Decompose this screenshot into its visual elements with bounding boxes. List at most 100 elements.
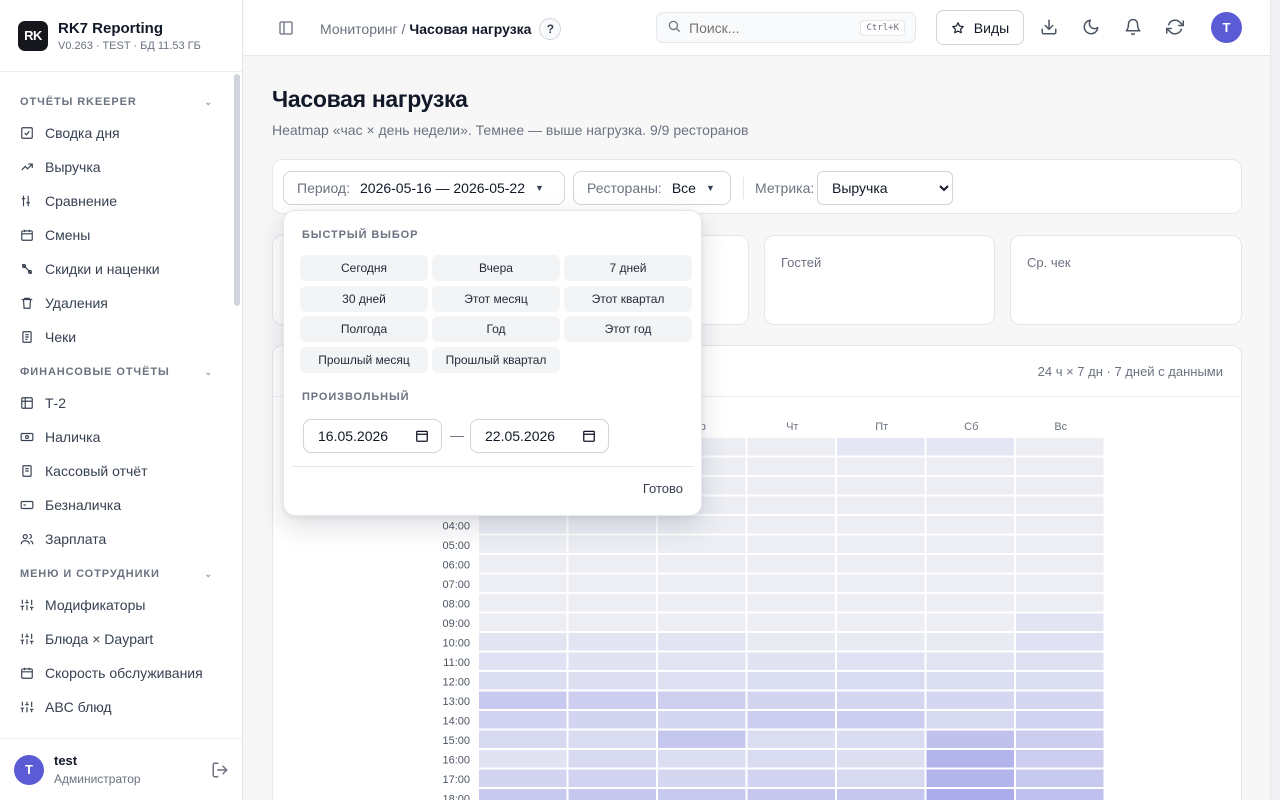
heatmap-cell[interactable] [747, 594, 836, 612]
period-picker[interactable]: Период: 2026-05-16 — 2026-05-22 ▼ [283, 171, 565, 205]
heatmap-cell[interactable] [926, 769, 1015, 788]
heatmap-cell[interactable] [658, 633, 746, 651]
heatmap-cell[interactable] [747, 496, 836, 515]
heatmap-cell[interactable] [926, 750, 1015, 768]
quick-select-button[interactable]: 7 дней [564, 255, 692, 281]
sidebar-item[interactable]: Удаления [0, 286, 243, 320]
heatmap-cell[interactable] [926, 633, 1015, 651]
help-button[interactable]: ? [539, 18, 562, 40]
heatmap-cell[interactable] [1016, 750, 1104, 768]
quick-select-button[interactable]: Сегодня [300, 255, 428, 281]
heatmap-cell[interactable] [1016, 594, 1104, 612]
user-avatar-top[interactable]: T [1211, 12, 1242, 43]
heatmap-cell[interactable] [926, 496, 1015, 515]
sidebar-section-header[interactable]: ФИНАНСОВЫЕ ОТЧЁТЫ ⌄ [0, 360, 243, 384]
heatmap-cell[interactable] [479, 789, 567, 800]
heatmap-cell[interactable] [568, 652, 657, 671]
sidebar-item[interactable]: Чеки [0, 320, 243, 354]
heatmap-cell[interactable] [747, 555, 836, 573]
heatmap-cell[interactable] [1016, 496, 1104, 515]
heatmap-cell[interactable] [747, 769, 836, 788]
heatmap-cell[interactable] [658, 613, 746, 632]
heatmap-cell[interactable] [747, 574, 836, 593]
heatmap-cell[interactable] [747, 438, 836, 456]
heatmap-cell[interactable] [658, 691, 746, 710]
heatmap-cell[interactable] [837, 691, 925, 710]
heatmap-cell[interactable] [747, 789, 836, 800]
heatmap-cell[interactable] [926, 477, 1015, 495]
heatmap-cell[interactable] [658, 652, 746, 671]
user-avatar[interactable]: T [14, 754, 44, 785]
heatmap-cell[interactable] [568, 769, 657, 788]
search-input[interactable] [689, 19, 849, 36]
logout-icon[interactable] [211, 761, 229, 779]
sidebar-item[interactable]: ABC блюд [0, 690, 243, 724]
heatmap-cell[interactable] [479, 555, 567, 573]
calendar-icon[interactable] [415, 429, 429, 443]
sidebar-section-header[interactable]: МЕНЮ И СОТРУДНИКИ ⌄ [0, 562, 243, 586]
heatmap-cell[interactable] [837, 633, 925, 651]
quick-select-button[interactable]: Этот квартал [564, 285, 692, 312]
heatmap-cell[interactable] [837, 613, 925, 632]
heatmap-cell[interactable] [1016, 789, 1104, 800]
heatmap-cell[interactable] [1016, 613, 1104, 632]
heatmap-cell[interactable] [837, 730, 925, 749]
heatmap-cell[interactable] [837, 750, 925, 768]
heatmap-cell[interactable] [926, 574, 1015, 593]
heatmap-cell[interactable] [926, 457, 1015, 476]
heatmap-cell[interactable] [658, 594, 746, 612]
heatmap-cell[interactable] [658, 750, 746, 768]
heatmap-cell[interactable] [479, 652, 567, 671]
heatmap-cell[interactable] [837, 672, 925, 690]
heatmap-cell[interactable] [479, 516, 567, 534]
heatmap-cell[interactable] [837, 516, 925, 534]
heatmap-cell[interactable] [658, 672, 746, 690]
heatmap-cell[interactable] [747, 730, 836, 749]
refresh-icon[interactable] [1166, 18, 1184, 36]
heatmap-cell[interactable] [837, 789, 925, 800]
heatmap-cell[interactable] [1016, 691, 1104, 710]
heatmap-cell[interactable] [1016, 457, 1104, 476]
heatmap-cell[interactable] [479, 633, 567, 651]
quick-select-button[interactable]: Этот месяц [432, 285, 560, 312]
heatmap-cell[interactable] [568, 535, 657, 554]
sidebar-item[interactable]: Выручка [0, 150, 243, 184]
heatmap-cell[interactable] [1016, 652, 1104, 671]
sidebar-item[interactable]: Наличка [0, 420, 243, 454]
heatmap-cell[interactable] [568, 594, 657, 612]
quick-select-button[interactable]: Вчера [432, 255, 560, 281]
heatmap-cell[interactable] [747, 633, 836, 651]
heatmap-cell[interactable] [926, 535, 1015, 554]
heatmap-cell[interactable] [1016, 633, 1104, 651]
heatmap-cell[interactable] [479, 730, 567, 749]
heatmap-cell[interactable] [479, 711, 567, 729]
quick-select-button[interactable]: Полгода [300, 316, 428, 343]
sidebar-item[interactable]: Т-2 [0, 386, 243, 420]
sidebar-item[interactable]: Безналичка [0, 488, 243, 522]
done-button[interactable]: Готово [643, 481, 683, 496]
heatmap-cell[interactable] [747, 457, 836, 476]
quick-select-button[interactable]: Этот год [564, 316, 692, 343]
heatmap-cell[interactable] [1016, 730, 1104, 749]
metric-select[interactable]: Выручка [817, 171, 953, 205]
heatmap-cell[interactable] [837, 477, 925, 495]
chevron-down-icon[interactable]: ⌄ [205, 569, 213, 580]
heatmap-cell[interactable] [1016, 672, 1104, 690]
quick-select-button[interactable]: Год [432, 316, 560, 343]
download-icon[interactable] [1040, 18, 1058, 36]
bell-icon[interactable] [1124, 18, 1142, 36]
views-button[interactable]: Виды [936, 10, 1024, 45]
quick-select-button[interactable]: 30 дней [300, 285, 428, 312]
heatmap-cell[interactable] [1016, 711, 1104, 729]
heatmap-cell[interactable] [568, 691, 657, 710]
heatmap-cell[interactable] [479, 750, 567, 768]
heatmap-cell[interactable] [1016, 477, 1104, 495]
page-scrollbar[interactable] [1270, 0, 1280, 800]
heatmap-cell[interactable] [658, 789, 746, 800]
heatmap-cell[interactable] [479, 594, 567, 612]
heatmap-cell[interactable] [658, 769, 746, 788]
heatmap-cell[interactable] [837, 457, 925, 476]
restaurants-picker[interactable]: Рестораны: Все ▼ [573, 171, 731, 205]
heatmap-cell[interactable] [926, 730, 1015, 749]
heatmap-cell[interactable] [658, 711, 746, 729]
